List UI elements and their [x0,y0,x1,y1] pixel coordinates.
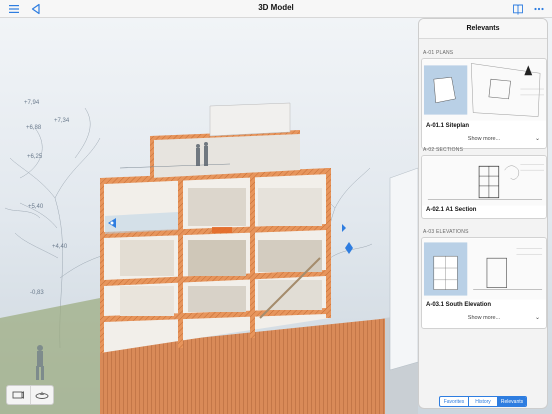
sheet-card-section[interactable]: A-02.1 A1 Section [421,155,547,219]
siteplan-thumbnail [422,59,546,121]
show-more-link[interactable]: Show more... [422,315,546,321]
chevron-down-icon[interactable]: ⌄ [535,314,540,321]
relevants-panel: Relevants A-01 PLANS A-01.1 Siteplan Sho… [418,18,548,409]
tab-relevants[interactable]: Relevants [497,397,526,406]
level-label: +7,34 [54,118,70,124]
chevron-down-icon[interactable]: ⌄ [535,135,540,142]
level-label: -0,83 [30,290,44,296]
tab-favorites[interactable]: Favorites [440,397,468,406]
more-icon[interactable] [533,3,545,15]
panel-tabs: Favorites History Relevants [439,396,527,407]
section-header: A-02 SECTIONS [423,147,464,153]
camera-view-icon [12,391,25,399]
section-header: A-01 PLANS [423,50,454,56]
level-label: +6,25 [27,154,43,160]
sheet-caption: A-02.1 A1 Section [426,207,477,213]
level-label: +5,40 [28,204,44,210]
view-controls [6,385,54,405]
orbit-view-icon [35,391,49,399]
sheet-card-elevation[interactable]: A-03.1 South Elevation Show more... ⌄ [421,237,547,329]
show-more-link[interactable]: Show more... [422,136,546,142]
sheet-caption: A-03.1 South Elevation [426,302,492,308]
sheet-caption: A-01.1 Siteplan [426,123,470,129]
elevation-thumbnail [422,238,546,300]
section-thumbnail [422,156,546,206]
navigation-bar: 3D Model [0,0,552,18]
camera-view-button[interactable] [7,386,30,404]
level-label: +7,94 [24,100,40,106]
panel-title: Relevants [419,19,547,39]
tab-history[interactable]: History [468,397,497,406]
sheet-card-siteplan[interactable]: A-01.1 Siteplan Show more... ⌄ [421,58,547,149]
book-icon[interactable] [512,3,524,15]
section-header: A-03 ELEVATIONS [423,229,469,235]
level-label: +6,88 [26,125,42,131]
page-title: 3D Model [258,3,294,12]
drawing-sheet-plane [389,167,419,371]
orbit-view-button[interactable] [29,386,54,404]
level-label: +4,40 [52,244,68,250]
